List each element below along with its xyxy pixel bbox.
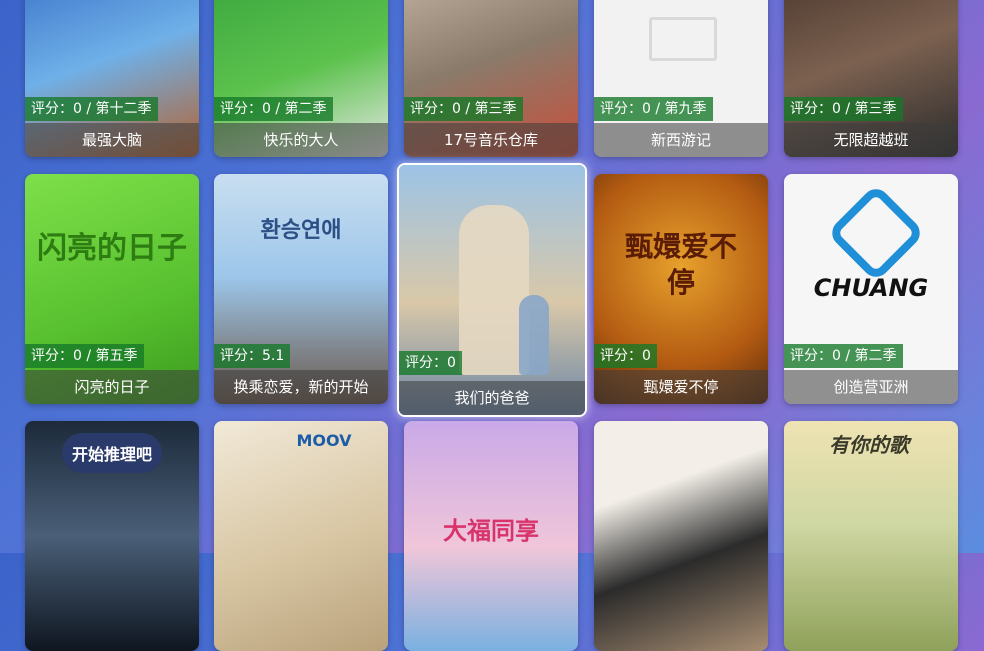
show-title: 闪亮的日子 bbox=[25, 370, 199, 404]
child-figure bbox=[519, 295, 549, 375]
show-card-row3-4[interactable] bbox=[594, 421, 768, 651]
show-card-row3-3[interactable]: 大福同享 bbox=[404, 421, 578, 651]
tv-placeholder-icon bbox=[649, 17, 717, 61]
poster-image bbox=[594, 421, 768, 651]
score-badge: 评分：0 / 第二季 bbox=[784, 344, 903, 368]
show-card-row3-1[interactable]: 开始推理吧 bbox=[25, 421, 199, 651]
show-card-strongest-brain[interactable]: 评分：0 / 第十二季 最强大脑 bbox=[25, 0, 199, 157]
poster-art-text: MOOV bbox=[296, 431, 352, 450]
show-card-new-journey-west[interactable]: 评分：0 / 第九季 新西游记 bbox=[594, 0, 768, 157]
score-badge: 评分：5.1 bbox=[214, 344, 291, 368]
show-title: 创造营亚洲 bbox=[784, 370, 958, 404]
poster-art-text: CHUANG bbox=[813, 274, 929, 302]
score-badge: 评分：0 / 第三季 bbox=[404, 97, 523, 121]
show-card-exchange[interactable]: 환승연애 评分：5.1 换乘恋爱，新的开始 bbox=[214, 174, 388, 404]
show-card-zhenhuan[interactable]: 甄嬛爱不停 评分：0 甄嬛爱不停 bbox=[594, 174, 768, 404]
poster-image: 开始推理吧 bbox=[25, 421, 199, 651]
show-card-shining-days[interactable]: 闪亮的日子 评分：0 / 第五季 闪亮的日子 bbox=[25, 174, 199, 404]
show-title: 最强大脑 bbox=[25, 123, 199, 157]
poster-image bbox=[399, 165, 585, 415]
poster-image: 大福同享 bbox=[404, 421, 578, 651]
poster-art-text: 闪亮的日子 bbox=[37, 231, 187, 266]
poster-art-text: 환승연애 bbox=[260, 218, 342, 243]
score-badge: 评分：0 bbox=[594, 344, 657, 368]
poster-image: MOOV bbox=[214, 421, 388, 651]
show-card-happy-adults[interactable]: 评分：0 / 第二季 快乐的大人 bbox=[214, 0, 388, 157]
score-badge: 评分：0 / 第五季 bbox=[25, 344, 144, 368]
poster-image: 有你的歌 bbox=[784, 421, 958, 651]
show-card-row3-5[interactable]: 有你的歌 bbox=[784, 421, 958, 651]
poster-art-text: 甄嬛爱不停 bbox=[624, 230, 737, 299]
chuang-logo-icon bbox=[826, 183, 926, 283]
score-badge: 评分：0 / 第二季 bbox=[214, 97, 333, 121]
show-card-music-warehouse[interactable]: 评分：0 / 第三季 17号音乐仓库 bbox=[404, 0, 578, 157]
show-card-row3-2[interactable]: MOOV bbox=[214, 421, 388, 651]
show-card-our-dad[interactable]: 评分：0 我们的爸爸 bbox=[397, 163, 587, 417]
poster-art-text: 大福同享 bbox=[443, 517, 539, 545]
show-title: 无限超越班 bbox=[784, 123, 958, 157]
show-title: 快乐的大人 bbox=[214, 123, 388, 157]
poster-art-text: 有你的歌 bbox=[829, 433, 909, 457]
show-card-chuang-asia[interactable]: CHUANG 评分：0 / 第二季 创造营亚洲 bbox=[784, 174, 958, 404]
show-title: 新西游记 bbox=[594, 123, 768, 157]
score-badge: 评分：0 / 第十二季 bbox=[25, 97, 158, 121]
show-title: 换乘恋爱，新的开始 bbox=[214, 370, 388, 404]
score-badge: 评分：0 bbox=[399, 351, 462, 375]
show-title: 我们的爸爸 bbox=[399, 381, 585, 415]
show-title: 甄嬛爱不停 bbox=[594, 370, 768, 404]
show-title: 17号音乐仓库 bbox=[404, 123, 578, 157]
show-card-infinite-class[interactable]: 评分：0 / 第三季 无限超越班 bbox=[784, 0, 958, 157]
score-badge: 评分：0 / 第九季 bbox=[594, 97, 713, 121]
poster-art-text: 开始推理吧 bbox=[62, 433, 162, 473]
score-badge: 评分：0 / 第三季 bbox=[784, 97, 903, 121]
